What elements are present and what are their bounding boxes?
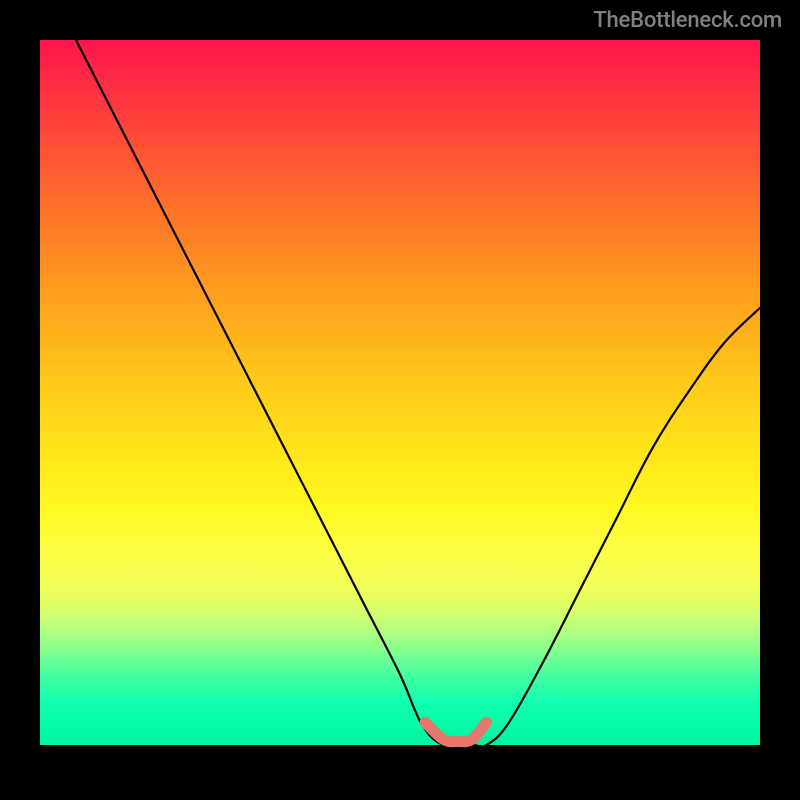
curve-svg [40,40,760,745]
bottleneck-curve [76,40,760,747]
watermark-text: TheBottleneck.com [593,8,782,33]
plot-area [40,40,760,745]
flat-region-marker [425,722,486,741]
chart-frame: TheBottleneck.com [0,0,800,800]
